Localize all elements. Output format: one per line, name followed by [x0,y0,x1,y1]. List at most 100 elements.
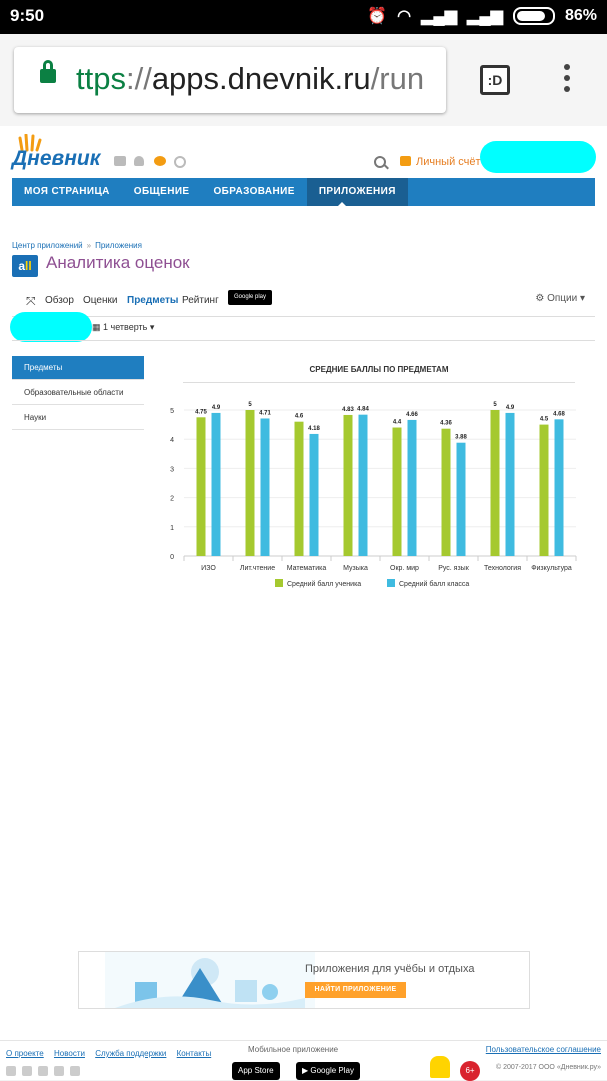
bar-class [309,433,319,556]
signal2-icon: ▂▄▆ [467,8,503,25]
bar-student [490,410,500,556]
banner-illustration [105,952,315,1008]
footer-link-support[interactable]: Служба поддержки [95,1049,166,1058]
legend-label: Средний балл класса [399,580,469,588]
nav-education[interactable]: ОБРАЗОВАНИЕ [202,178,307,206]
bar-chart: 0 1 2 3 4 5 ИЗО 4.75 4.9 Лит.чтение 5 4.71 Математик… [170,402,577,588]
odnoklassniki-icon[interactable] [54,1066,64,1076]
y-tick-label: 0 [170,554,174,561]
footer-link-contacts[interactable]: Контакты [177,1049,212,1058]
battery-icon [512,7,555,25]
search-icon[interactable] [374,156,386,168]
profile-icon[interactable] [134,156,144,166]
page-content: Дневник Личный счёт МОЯ СТРАНИЦА ОБЩЕНИЕ… [0,126,607,1081]
data-label: 4.66 [406,412,418,418]
battery-level: 86% [564,7,597,24]
footer-links: О проекте Новости Служба поддержки Конта… [6,1049,219,1058]
x-tick-label: Физкультура [531,565,572,572]
signal-icon: ▂▄▆ [421,8,458,25]
student-selector-redacted[interactable] [10,312,92,342]
tab-switcher-button[interactable]: :D [480,65,510,95]
overflow-menu-icon[interactable] [562,64,572,100]
data-label: 4.5 [540,417,549,423]
active-nav-marker [338,202,346,206]
find-app-button[interactable]: НАЙТИ ПРИЛОЖЕНИЕ [305,982,406,998]
bar-student [294,421,304,556]
social-icons [6,1066,80,1076]
x-tick-label: ИЗО [201,565,216,572]
apps-banner[interactable]: Приложения для учёбы и отдыха НАЙТИ ПРИЛ… [78,951,530,1009]
lock-icon [40,60,56,83]
bar-class [211,412,221,556]
bar-student [343,414,353,556]
breadcrumb-apps[interactable]: Приложения [95,241,142,250]
data-label: 3.88 [455,435,467,441]
options-menu[interactable]: ⚙ Опции ▾ [535,293,585,304]
period-selector[interactable]: ▦ 1 четверть ▾ [92,322,154,333]
x-tick-label: Математика [287,565,327,572]
sidebar-item-sciences[interactable]: Науки [12,406,144,430]
bar-student [539,424,549,556]
data-label: 4.68 [553,411,565,417]
bar-class [407,419,417,556]
bar-class [260,418,270,556]
data-label: 4.71 [259,410,271,416]
vk-icon[interactable] [38,1066,48,1076]
google-play-badge[interactable]: Google play [228,290,272,305]
nav-apps[interactable]: ПРИЛОЖЕНИЯ [306,178,408,206]
nav-my-page[interactable]: МОЯ СТРАНИЦА [12,178,122,206]
twitter-icon[interactable] [22,1066,32,1076]
sidebar-item-areas[interactable]: Образовательные области [12,381,144,405]
bar-student [196,417,206,556]
mobile-app-label: Мобильное приложение [248,1045,339,1054]
mascot-icon [430,1056,450,1078]
facebook-icon[interactable] [6,1066,16,1076]
messages-icon[interactable] [114,156,126,166]
data-label: 4.9 [212,405,221,411]
bar-class [456,442,466,556]
bar-class [358,414,368,556]
data-label: 4.6 [295,414,304,420]
wifi-icon: ◠ [397,8,412,25]
tab-overview[interactable]: Обзор [45,295,74,306]
user-name-redacted[interactable] [480,141,596,173]
footer-link-about[interactable]: О проекте [6,1049,44,1058]
nav-communication[interactable]: ОБЩЕНИЕ [122,178,202,206]
app-store-button[interactable]: App Store [232,1062,280,1080]
account-link[interactable]: Личный счёт [416,156,481,168]
footer-divider [0,1040,607,1041]
data-label: 5 [248,402,252,408]
terms-link[interactable]: Пользовательское соглашение [486,1045,601,1054]
youtube-icon[interactable] [70,1066,80,1076]
footer-link-news[interactable]: Новости [54,1049,85,1058]
chart-title: СРЕДНИЕ БАЛЛЫ ПО ПРЕДМЕТАМ [183,358,575,383]
bar-class [505,412,515,556]
tab-grades[interactable]: Оценки [83,295,117,306]
x-tick-label: Окр. мир [390,565,419,572]
google-play-button[interactable]: ▶ Google Play [296,1062,360,1080]
x-tick-label: Рус. язык [438,565,470,572]
x-tick-label: Технология [484,565,521,572]
bar-class [554,419,564,556]
data-label: 5 [493,402,497,408]
notifications-icon[interactable] [154,156,166,166]
bar-student [392,427,402,556]
y-tick-label: 2 [170,496,174,503]
settings-icon[interactable] [174,156,186,168]
breadcrumb: Центр приложений» Приложения [12,241,142,250]
banner-text: Приложения для учёбы и отдыха [305,963,475,975]
copyright: © 2007-2017 ООО «Дневник.ру» [496,1064,601,1071]
y-tick-label: 5 [170,408,174,415]
fullscreen-icon[interactable]: ⤧ [26,294,36,309]
tab-rating[interactable]: Рейтинг [182,295,219,306]
data-label: 4.75 [195,409,207,415]
legend-label: Средний балл ученика [287,580,361,588]
tab-subjects[interactable]: Предметы [127,295,178,306]
status-bar: 9:50 ⏰ ◠ ▂▄▆ ▂▄▆ 86% [0,0,607,34]
site-logo[interactable]: Дневник [12,147,100,171]
address-bar[interactable]: ttps://apps.dnevnik.ru/run [14,47,446,113]
url-text[interactable]: ttps://apps.dnevnik.ru/run [76,61,444,97]
breadcrumb-apps-center[interactable]: Центр приложений [12,241,83,250]
sidebar-item-subjects[interactable]: Предметы [12,356,144,380]
data-label: 4.18 [308,426,320,432]
